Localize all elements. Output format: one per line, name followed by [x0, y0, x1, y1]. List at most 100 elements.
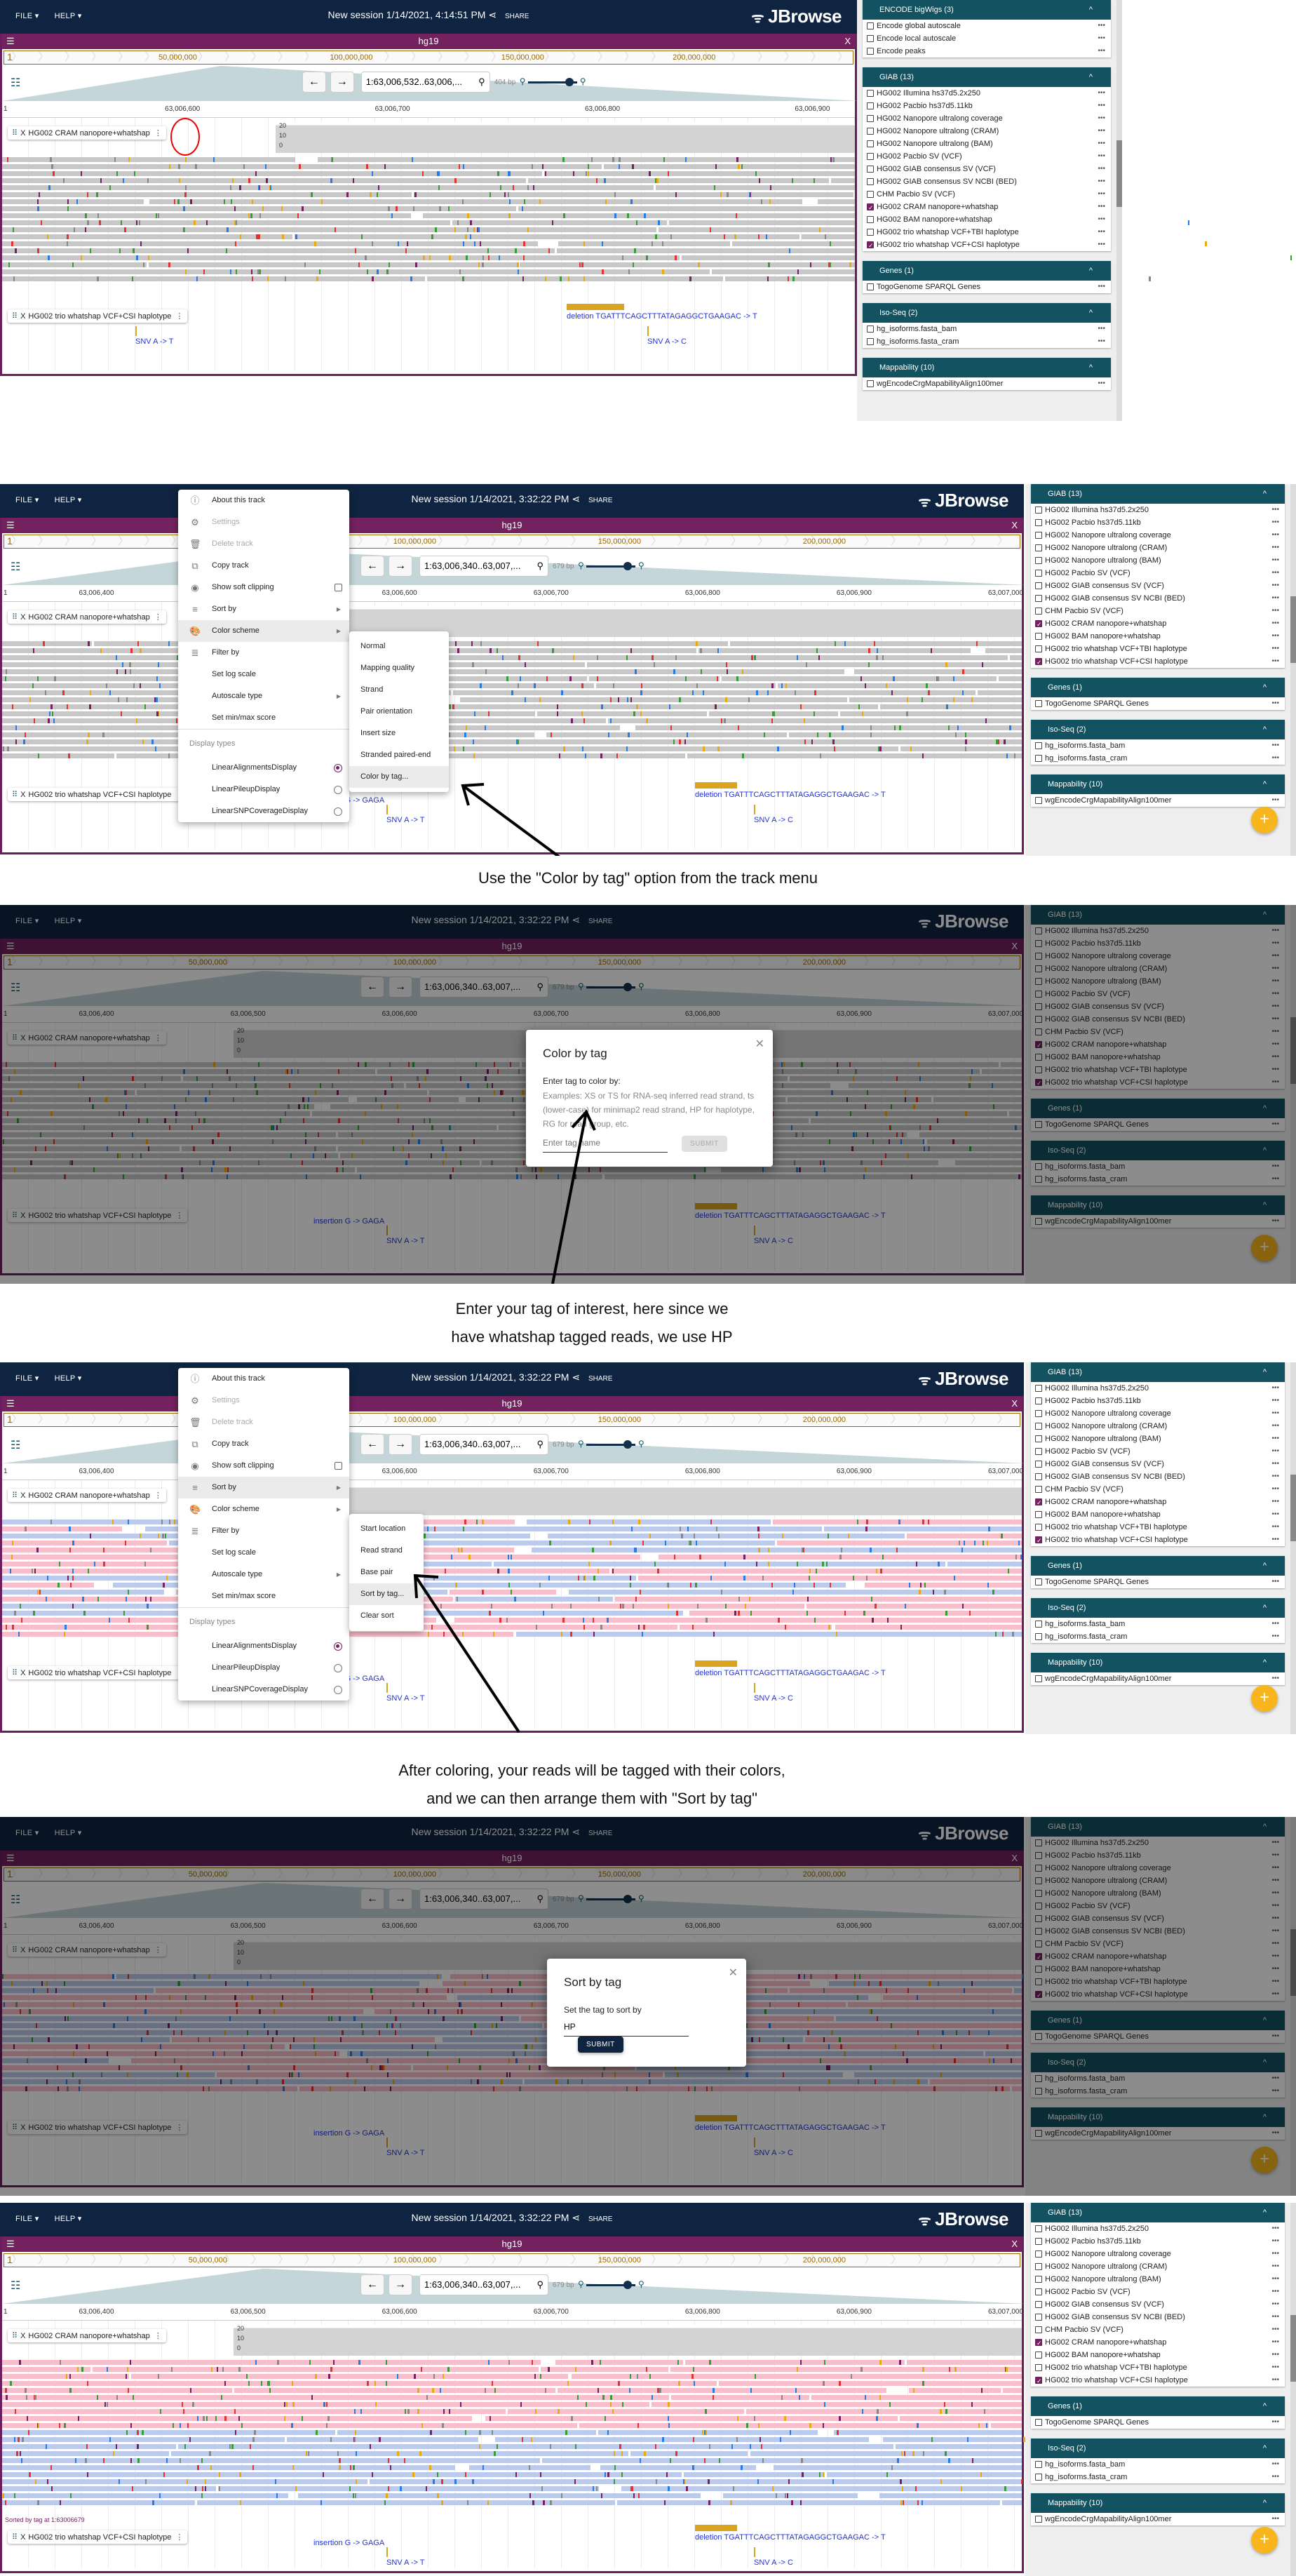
track-checkbox[interactable] — [1035, 618, 1042, 631]
more-options-icon[interactable]: ••• — [1271, 2273, 1279, 2286]
collapse-icon[interactable]: ^ — [1263, 1556, 1267, 1576]
collapse-icon[interactable]: ^ — [1263, 678, 1267, 697]
track-item[interactable]: HG002 Nanopore ultralong coverage ••• — [1031, 1407, 1285, 1420]
read[interactable] — [568, 1590, 1022, 1595]
read[interactable] — [287, 2437, 478, 2442]
more-options-icon[interactable]: ••• — [1271, 1470, 1279, 1483]
tag-name-input[interactable] — [543, 1134, 668, 1153]
deletion-label[interactable]: deletion TGATTTCAGCTTTATAGAGGCTGAAGAC ->… — [695, 791, 886, 799]
read[interactable] — [853, 669, 1022, 674]
read[interactable] — [454, 1618, 1022, 1623]
snv-marker[interactable] — [386, 2547, 388, 2557]
more-options-icon[interactable]: ••• — [1271, 2222, 1279, 2235]
track-item[interactable]: HG002 Illumina hs37d5.2x250 ••• — [863, 87, 1111, 100]
read[interactable] — [430, 655, 1008, 660]
menu-item-delete-track[interactable]: 🗑 Delete track — [178, 1411, 349, 1433]
collapse-icon[interactable]: ^ — [1263, 1653, 1267, 1672]
read[interactable] — [2, 1541, 167, 1545]
close-track-icon[interactable]: X — [20, 2533, 25, 2542]
snv-label[interactable]: SNV A -> C — [754, 1694, 793, 1703]
track-item[interactable]: Encode global autoscale ••• — [863, 20, 1111, 32]
zoom-slider-thumb[interactable] — [623, 2281, 632, 2289]
locus-search-input[interactable]: 1:63,006,340..63,007,... ⚲ — [419, 556, 548, 577]
submenu-item[interactable]: Strand — [349, 679, 449, 701]
track-checkbox[interactable] — [1035, 1524, 1042, 1531]
collapse-icon[interactable]: ^ — [1263, 2203, 1267, 2222]
read[interactable] — [452, 220, 668, 225]
add-track-button[interactable]: + — [1251, 1685, 1278, 1712]
track-checkbox[interactable] — [1035, 742, 1042, 749]
track-checkbox[interactable] — [1035, 2419, 1042, 2426]
track-item[interactable]: HG002 trio whatshap VCF+TBI haplotype ••• — [1031, 1521, 1285, 1534]
track-checkbox[interactable] — [1035, 645, 1042, 652]
read[interactable] — [831, 178, 855, 183]
read[interactable] — [2, 220, 450, 225]
track-selector-icon[interactable]: ☷ — [11, 2279, 20, 2293]
track-item[interactable]: HG002 GIAB consensus SV (VCF) ••• — [1031, 579, 1285, 592]
snv-label[interactable]: SNV A -> C — [647, 337, 687, 346]
read[interactable] — [826, 2472, 1022, 2477]
read[interactable] — [671, 2395, 810, 2400]
read[interactable] — [687, 753, 1022, 758]
track-selector-icon[interactable]: ☷ — [11, 1438, 20, 1452]
read[interactable] — [455, 1597, 614, 1602]
scroll-left-button[interactable]: ← — [360, 2274, 384, 2295]
category-header[interactable]: Iso-Seq (2) ^ — [1031, 720, 1285, 739]
collapse-icon[interactable]: ^ — [1263, 1362, 1267, 1382]
snv-label[interactable]: SNV A -> T — [135, 337, 174, 346]
read[interactable] — [2, 178, 527, 183]
track-menu-icon[interactable]: ⋮ — [154, 1491, 162, 1500]
drag-handle-icon[interactable]: ⠿ — [12, 2332, 18, 2340]
more-options-icon[interactable]: ••• — [1271, 529, 1279, 542]
track-item[interactable]: TogoGenome SPARQL Genes ••• — [863, 281, 1111, 293]
search-icon[interactable]: ⚲ — [536, 1435, 544, 1454]
read[interactable] — [750, 2451, 1022, 2456]
read[interactable] — [2, 157, 295, 162]
track-checkbox[interactable] — [1035, 755, 1042, 762]
track-item[interactable]: HG002 Nanopore ultralong (CRAM) ••• — [1031, 542, 1285, 554]
read[interactable] — [608, 718, 1022, 723]
track-checkbox[interactable] — [867, 338, 874, 345]
close-view-icon[interactable]: X — [1011, 1396, 1018, 1411]
display-type-option[interactable]: LinearSNPCoverageDisplay — [178, 800, 349, 822]
more-options-icon[interactable]: ••• — [1271, 2286, 1279, 2298]
view-menu-icon[interactable]: ☰ — [6, 1396, 15, 1411]
read[interactable] — [579, 2423, 989, 2428]
collapse-icon[interactable]: ^ — [1089, 358, 1093, 377]
track-checkbox[interactable] — [1035, 2364, 1042, 2371]
track-checkbox[interactable] — [867, 229, 874, 236]
zoom-out-icon[interactable]: ⚲ — [578, 2279, 584, 2289]
track-checkbox[interactable] — [1035, 1486, 1042, 1493]
scroll-left-button[interactable]: ← — [302, 72, 326, 93]
track-item[interactable]: HG002 BAM nanopore+whatshap ••• — [863, 213, 1111, 226]
more-options-icon[interactable]: ••• — [1098, 100, 1105, 112]
read[interactable] — [460, 697, 848, 702]
zoom-slider-thumb[interactable] — [623, 562, 632, 570]
read[interactable] — [2, 1590, 165, 1595]
read[interactable] — [520, 262, 855, 267]
close-view-icon[interactable]: X — [1011, 518, 1018, 533]
locus-search-input[interactable]: 1:63,006,340..63,007,... ⚲ — [419, 1434, 548, 1455]
more-options-icon[interactable]: ••• — [1271, 1521, 1279, 1534]
display-type-radio[interactable] — [334, 1686, 342, 1694]
read[interactable] — [507, 2409, 745, 2414]
read[interactable] — [670, 2367, 1022, 2372]
track-checkbox[interactable] — [1035, 2250, 1042, 2258]
close-track-icon[interactable]: X — [20, 2332, 25, 2340]
sidebar-scrollbar[interactable] — [1290, 1362, 1296, 1734]
read[interactable] — [615, 1597, 1022, 1602]
drag-handle-icon[interactable]: ⠿ — [12, 1491, 18, 1500]
track-item[interactable]: CHM Pacbio SV (VCF) ••• — [863, 188, 1111, 201]
menu-item-set-log-scale[interactable]: Set log scale — [178, 1542, 349, 1564]
track-checkbox[interactable] — [867, 140, 874, 147]
snv-label[interactable]: SNV A -> T — [386, 816, 425, 824]
track-checkbox[interactable] — [867, 201, 874, 214]
category-header[interactable]: GIAB (13) ^ — [1031, 484, 1285, 504]
collapse-icon[interactable]: ^ — [1089, 261, 1093, 281]
category-header[interactable]: Mappability (10) ^ — [863, 358, 1111, 377]
track-item[interactable]: HG002 Nanopore ultralong (CRAM) ••• — [863, 125, 1111, 137]
deletion-label[interactable]: deletion TGATTTCAGCTTTATAGAGGCTGAAGAC ->… — [695, 2533, 886, 2542]
more-options-icon[interactable]: ••• — [1098, 137, 1105, 150]
read[interactable] — [2, 2388, 233, 2393]
menu-item-copy-track[interactable]: ⧉ Copy track — [178, 1433, 349, 1455]
